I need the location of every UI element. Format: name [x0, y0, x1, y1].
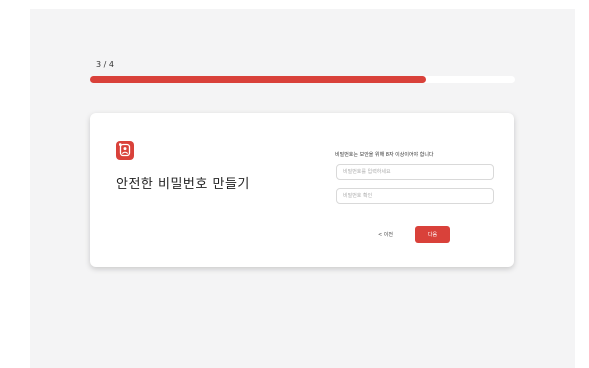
previous-button[interactable]: < 이전 — [378, 231, 393, 238]
next-button[interactable]: 다음 — [415, 226, 450, 243]
step-indicator: 3 / 4 — [96, 60, 114, 69]
progress-bar-fill — [90, 76, 426, 83]
password-input[interactable] — [336, 164, 494, 180]
page-title: 안전한 비밀번호 만들기 — [116, 177, 250, 192]
progress-bar — [90, 76, 515, 83]
lock-person-icon-svg — [119, 143, 131, 157]
password-hint: 비밀번호는 보안을 위해 8자 이상이어야 합니다 — [335, 152, 434, 158]
lock-person-icon — [116, 141, 134, 160]
password-card: 안전한 비밀번호 만들기 비밀번호는 보안을 위해 8자 이상이어야 합니다 <… — [90, 113, 514, 267]
password-confirm-input[interactable] — [336, 188, 494, 204]
